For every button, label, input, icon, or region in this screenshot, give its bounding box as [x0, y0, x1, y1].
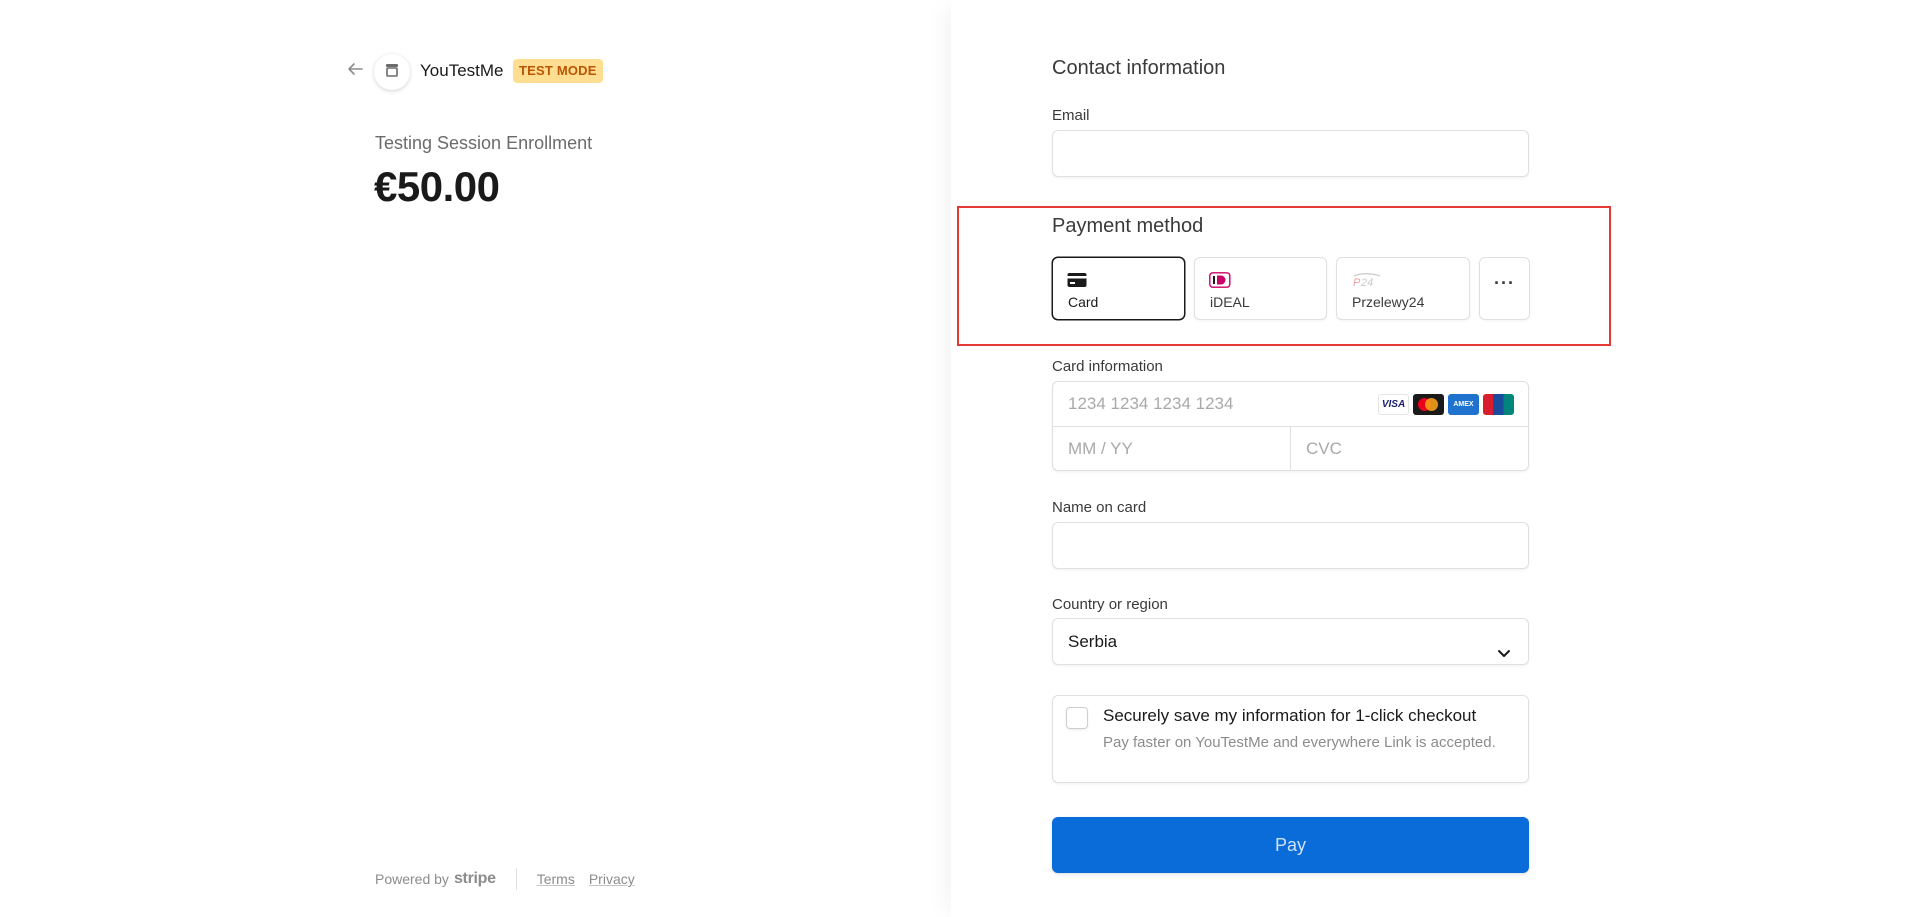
product-price: €50.00 [374, 163, 500, 210]
mastercard-icon [1413, 394, 1444, 415]
email-field[interactable] [1052, 130, 1529, 177]
payment-method-przelewy24[interactable]: P 24 Przelewy24 [1336, 257, 1470, 320]
card-brands: VISA AMEX [1378, 394, 1514, 415]
save-info-box: Securely save my information for 1-click… [1052, 695, 1529, 783]
country-selected-value: Serbia [1068, 632, 1118, 651]
privacy-link[interactable]: Privacy [589, 871, 635, 887]
more-payment-methods-button[interactable]: ··· [1479, 257, 1530, 320]
save-info-description: Pay faster on YouTestMe and everywhere L… [1103, 734, 1496, 751]
payment-method-ideal[interactable]: iDEAL [1194, 257, 1327, 320]
merchant-logo [374, 54, 410, 90]
arrow-left-icon[interactable] [346, 60, 368, 82]
payment-method-label: iDEAL [1210, 294, 1250, 310]
pay-button[interactable]: Pay [1052, 817, 1529, 873]
terms-link[interactable]: Terms [537, 871, 575, 887]
footer-divider [515, 868, 517, 890]
svg-text:24: 24 [1360, 277, 1373, 288]
amex-icon: AMEX [1448, 394, 1479, 415]
payment-method-title: Payment method [1052, 215, 1204, 237]
card-information-label: Card information [1052, 358, 1163, 375]
email-label: Email [1052, 107, 1090, 124]
save-info-title: Securely save my information for 1-click… [1103, 706, 1477, 725]
product-name: Testing Session Enrollment [375, 133, 593, 153]
svg-text:P: P [1353, 277, 1361, 288]
test-mode-badge: TEST MODE [513, 59, 603, 83]
footer: Powered by stripe Terms Privacy [375, 868, 649, 890]
card-expiry-input[interactable] [1053, 427, 1291, 471]
payment-method-label: Card [1068, 294, 1099, 310]
credit-card-icon [1067, 272, 1087, 293]
country-label: Country or region [1052, 596, 1168, 613]
merchant-name: YouTestMe [420, 61, 504, 80]
payment-method-card[interactable]: Card [1052, 257, 1185, 320]
unionpay-icon [1483, 394, 1514, 415]
country-select[interactable]: Serbia [1052, 618, 1529, 665]
more-horizontal-icon: ··· [1494, 273, 1515, 293]
order-summary-panel: YouTestMe TEST MODE Testing Session Enro… [0, 0, 951, 917]
p24-icon: P 24 [1351, 272, 1383, 293]
store-icon [384, 62, 400, 83]
powered-by-text: Powered by [375, 871, 449, 887]
name-on-card-field[interactable] [1052, 522, 1529, 569]
ideal-icon [1209, 272, 1231, 293]
card-information-group: VISA AMEX [1052, 381, 1529, 471]
visa-icon: VISA [1378, 394, 1409, 415]
stripe-logo[interactable]: stripe [454, 870, 496, 888]
card-cvc-input[interactable] [1291, 427, 1529, 471]
save-info-checkbox[interactable] [1066, 707, 1088, 729]
payment-method-label: Przelewy24 [1352, 294, 1425, 310]
name-on-card-label: Name on card [1052, 499, 1147, 516]
contact-information-title: Contact information [1052, 57, 1226, 79]
chevron-down-icon [1496, 633, 1512, 678]
